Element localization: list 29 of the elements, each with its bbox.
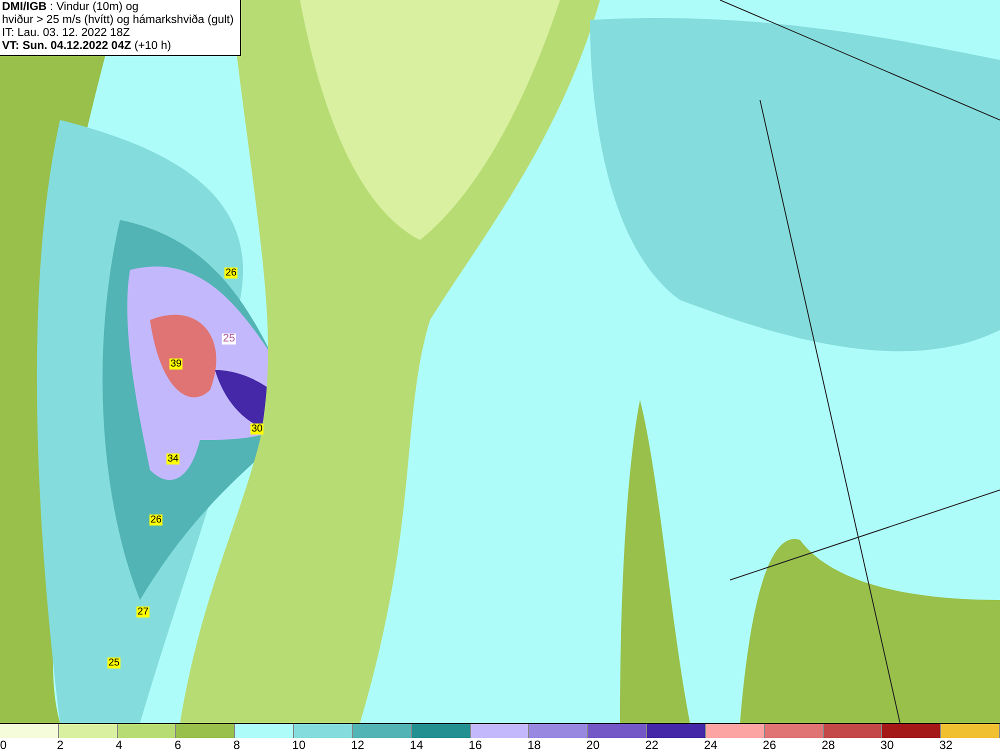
gust-label: 26	[149, 514, 163, 526]
legend-label: 22	[645, 738, 658, 753]
gust-label: 39	[169, 358, 183, 370]
gust-label: 34	[166, 454, 180, 464]
legend-label: 10	[292, 738, 306, 753]
legend-label: 24	[704, 738, 718, 753]
header-text: IT: Lau. 03. 12. 2022 18Z	[2, 27, 131, 40]
legend-label: 12	[350, 738, 364, 753]
legend-label: 4	[116, 738, 122, 753]
legend-label: 26	[762, 738, 776, 753]
legend-label: 0	[0, 738, 7, 753]
header-text: VT: Sun. 04.12.2022 04Z (+10 h)	[2, 40, 172, 53]
legend-label: 6	[174, 738, 182, 753]
contour-label: 25	[222, 334, 236, 344]
header-text: hviður > 25 m/s (hvítt) og hámarkshviða (gult)	[2, 14, 234, 27]
legend-label: 8	[233, 738, 240, 753]
legend-label: 14	[410, 738, 424, 753]
legend-label: 2	[56, 738, 64, 753]
legend-label: 28	[822, 738, 835, 753]
legend-label: 18	[527, 738, 541, 753]
gust-label: 27	[136, 606, 150, 618]
legend-label: 32	[939, 738, 953, 753]
legend-label: 20	[586, 738, 600, 753]
legend-label: 16	[468, 738, 482, 753]
header-text: DMI/IGB : Vindur (10m) og	[2, 1, 140, 14]
gust-label: 26	[224, 268, 238, 278]
legend-label: 30	[880, 738, 894, 753]
gust-label: 25	[107, 658, 121, 668]
gust-label: 30	[250, 424, 264, 434]
